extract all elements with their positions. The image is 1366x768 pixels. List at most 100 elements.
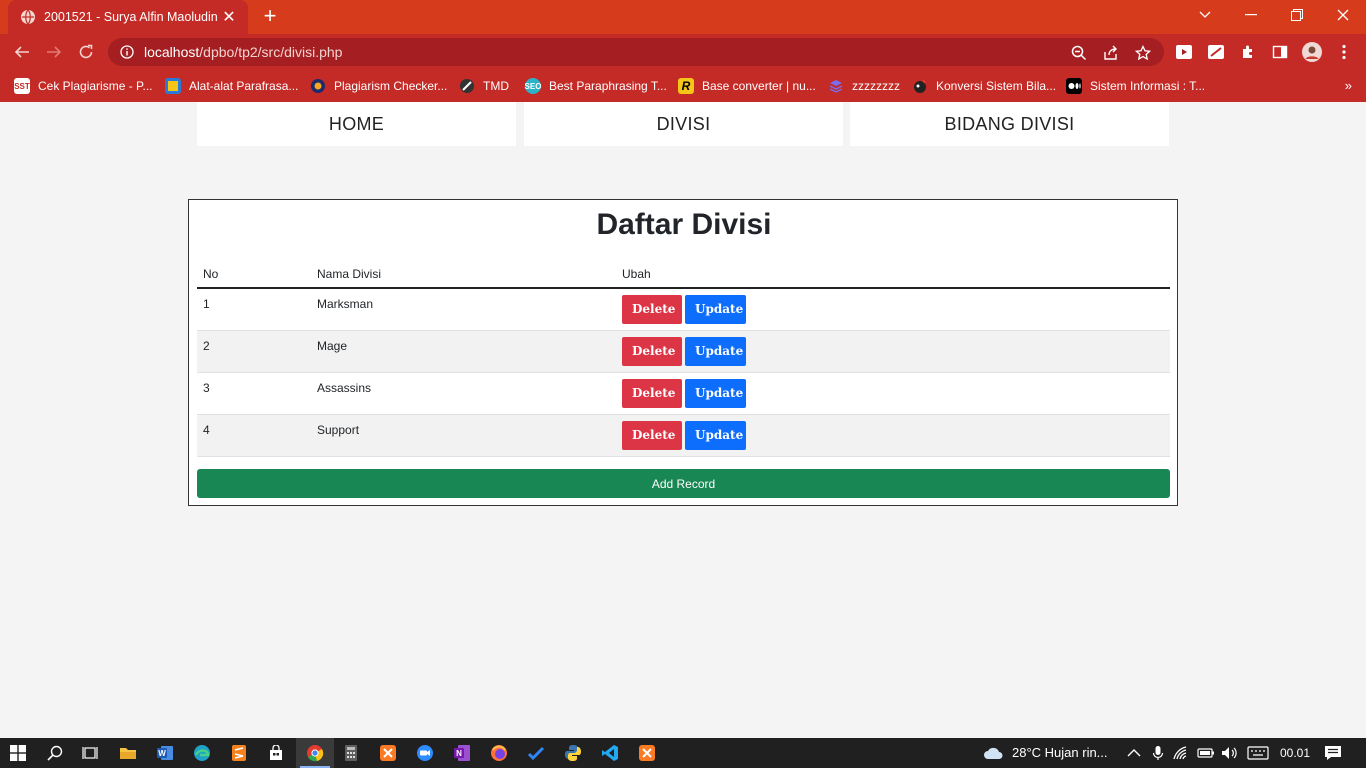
bookmark-item[interactable]: SST Cek Plagiarisme - P... <box>14 76 153 96</box>
weather-text[interactable]: 28°C Hujan rin... <box>1012 745 1108 760</box>
cell-nama-divisi: Marksman <box>311 288 616 331</box>
back-arrow-icon[interactable] <box>10 41 34 63</box>
profile-avatar[interactable] <box>1302 42 1322 62</box>
divisi-table: No Nama Divisi Ubah 1 Marksman Delete Upd… <box>197 260 1170 457</box>
chrome-icon[interactable] <box>305 743 325 763</box>
site-info-icon[interactable] <box>118 45 136 59</box>
svg-text:W: W <box>158 749 166 758</box>
nav-divisi[interactable]: DIVISI <box>524 102 843 146</box>
cell-actions: Delete Update <box>616 330 1170 373</box>
add-record-button[interactable]: Add Record <box>197 469 1170 498</box>
tab-close-icon[interactable]: ✕ <box>220 7 238 27</box>
firefox-icon[interactable] <box>489 743 509 763</box>
cell-nama-divisi: Support <box>311 414 616 457</box>
zoom-icon[interactable] <box>1070 44 1088 62</box>
update-button[interactable]: Update <box>685 295 746 324</box>
cell-no: 4 <box>197 414 311 457</box>
restore-icon[interactable] <box>1274 0 1320 30</box>
zoom-app-icon[interactable] <box>415 743 435 763</box>
store-icon[interactable] <box>266 743 286 763</box>
wifi-icon[interactable] <box>1172 743 1192 763</box>
forward-arrow-icon[interactable] <box>42 41 66 63</box>
bookmark-item[interactable]: Alat-alat Parafrasa... <box>165 76 298 96</box>
update-button[interactable]: Update <box>685 378 746 408</box>
bookmark-item[interactable]: Plagiarism Checker... <box>310 76 447 96</box>
layers-icon <box>828 78 844 94</box>
close-window-icon[interactable] <box>1320 0 1366 30</box>
xampp-control-icon[interactable] <box>637 743 657 763</box>
cell-nama-divisi: Mage <box>311 330 616 373</box>
paraphrase-icon <box>165 78 181 94</box>
python-idle-icon[interactable] <box>563 743 583 763</box>
globe-icon <box>20 9 36 25</box>
bookmarks-overflow-icon[interactable]: » <box>1345 78 1352 93</box>
tray-chevron-icon[interactable] <box>1124 743 1144 763</box>
cell-nama-divisi: Assassins <box>311 372 616 415</box>
address-bar[interactable]: localhost/dpbo/tp2/src/divisi.php <box>108 38 1164 66</box>
weather-cloud-icon[interactable] <box>982 743 1004 763</box>
kebab-menu-icon[interactable] <box>1334 42 1354 62</box>
nav-bidang-divisi[interactable]: BIDANG DIVISI <box>850 102 1169 146</box>
cell-actions: Delete Update <box>616 372 1170 415</box>
delete-button[interactable]: Delete <box>622 336 682 366</box>
delete-button[interactable]: Delete <box>622 378 682 408</box>
cell-no: 2 <box>197 330 311 373</box>
page-title: Daftar Divisi <box>596 208 772 241</box>
bookmark-item[interactable]: SEO Best Paraphrasing T... <box>525 76 667 96</box>
table-row: 4 Support Delete Update <box>197 414 1170 457</box>
bookmark-item[interactable]: TMD <box>459 76 509 96</box>
side-panel-icon[interactable] <box>1270 42 1290 62</box>
bookmark-star-icon[interactable] <box>1134 44 1152 62</box>
windows-start-icon[interactable] <box>8 743 28 763</box>
delete-button[interactable]: Delete <box>622 295 682 324</box>
header-nama-divisi: Nama Divisi <box>311 260 616 289</box>
media-extension-icon[interactable] <box>1174 42 1194 62</box>
bookmark-item[interactable]: Konversi Sistem Bila... <box>912 76 1056 96</box>
microphone-icon[interactable] <box>1148 743 1168 763</box>
bookmark-item[interactable]: zzzzzzzz <box>828 76 900 96</box>
header-no: No <box>197 260 311 289</box>
tab-search-chevron-icon[interactable] <box>1182 0 1228 30</box>
update-button[interactable]: Update <box>685 336 746 366</box>
screenshot-extension-icon[interactable] <box>1206 42 1226 62</box>
task-view-icon[interactable] <box>80 743 100 763</box>
xampp-icon[interactable] <box>378 743 398 763</box>
browser-toolbar: localhost/dpbo/tp2/src/divisi.php <box>0 34 1366 70</box>
tmd-icon <box>459 78 475 94</box>
url-text[interactable]: localhost/dpbo/tp2/src/divisi.php <box>144 44 342 60</box>
minimize-icon[interactable] <box>1228 0 1274 30</box>
cell-actions: Delete Update <box>616 288 1170 331</box>
cell-actions: Delete Update <box>616 414 1170 457</box>
extensions-puzzle-icon[interactable] <box>1238 42 1258 62</box>
file-explorer-icon[interactable] <box>118 743 138 763</box>
new-tab-icon[interactable]: + <box>259 5 281 28</box>
battery-icon[interactable] <box>1196 743 1216 763</box>
browser-tab-active[interactable]: 2001521 - Surya Alfin Maoludin | ✕ <box>8 0 248 34</box>
keyboard-icon[interactable] <box>1246 743 1270 763</box>
nav-home[interactable]: HOME <box>197 102 516 146</box>
share-icon[interactable] <box>1102 44 1120 62</box>
taskbar: W N 28°C Hujan rin... 00.01 <box>0 738 1366 768</box>
calculator-icon[interactable] <box>341 743 361 763</box>
page-viewport: HOME DIVISI BIDANG DIVISI Daftar Divisi … <box>0 102 1366 738</box>
seo-icon: SEO <box>525 78 541 94</box>
delete-button[interactable]: Delete <box>622 420 682 450</box>
clock-time[interactable]: 00.01 <box>1280 746 1310 760</box>
konversi-icon <box>912 78 928 94</box>
update-button[interactable]: Update <box>685 420 746 450</box>
volume-icon[interactable] <box>1219 743 1239 763</box>
bookmark-item[interactable]: Sistem Informasi : T... <box>1066 76 1205 96</box>
edge-icon[interactable] <box>192 743 212 763</box>
sublime-icon[interactable] <box>229 743 249 763</box>
onenote-icon[interactable]: N <box>452 743 472 763</box>
todo-icon[interactable] <box>526 743 546 763</box>
word-icon[interactable]: W <box>155 743 175 763</box>
vscode-icon[interactable] <box>600 743 620 763</box>
reload-icon[interactable] <box>74 41 98 63</box>
bookmarks-bar: SST Cek Plagiarisme - P... Alat-alat Par… <box>0 70 1366 102</box>
bookmark-item[interactable]: R Base converter | nu... <box>678 76 816 96</box>
notifications-icon[interactable] <box>1323 743 1343 763</box>
table-row: 2 Mage Delete Update <box>197 330 1170 373</box>
table-row: 1 Marksman Delete Update <box>197 288 1170 331</box>
search-icon[interactable] <box>45 743 65 763</box>
